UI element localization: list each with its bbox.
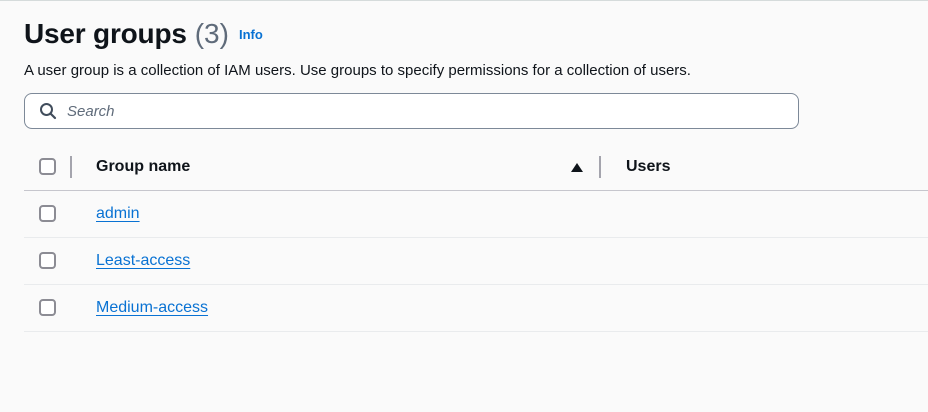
column-header-users[interactable]: Users [626,158,670,176]
top-divider [0,0,928,1]
table-header-row: Group name Users [24,143,928,191]
column-divider[interactable] [599,156,601,178]
column-header-group-name[interactable]: Group name [96,158,190,176]
page-description: A user group is a collection of IAM user… [24,62,691,79]
group-name-link[interactable]: admin [96,205,140,223]
table-row: Least-access [24,238,928,285]
row-checkbox[interactable] [39,252,56,269]
page-header: User groups (3) Info [24,18,263,50]
row-checkbox[interactable] [39,299,56,316]
search-icon [38,101,58,121]
page-title: User groups [24,18,187,49]
row-checkbox[interactable] [39,205,56,222]
table-row: admin [24,191,928,238]
column-divider [70,156,72,178]
info-link[interactable]: Info [239,27,263,42]
group-count: (3) [194,18,229,49]
sort-ascending-icon[interactable] [571,163,583,172]
search-input[interactable] [67,96,767,126]
select-all-checkbox[interactable] [39,157,56,175]
user-groups-table: Group name Users admin Least-access Medi… [24,143,928,332]
search-box[interactable] [24,93,799,129]
group-name-link[interactable]: Least-access [96,252,190,270]
table-row: Medium-access [24,285,928,332]
group-name-link[interactable]: Medium-access [96,299,208,317]
